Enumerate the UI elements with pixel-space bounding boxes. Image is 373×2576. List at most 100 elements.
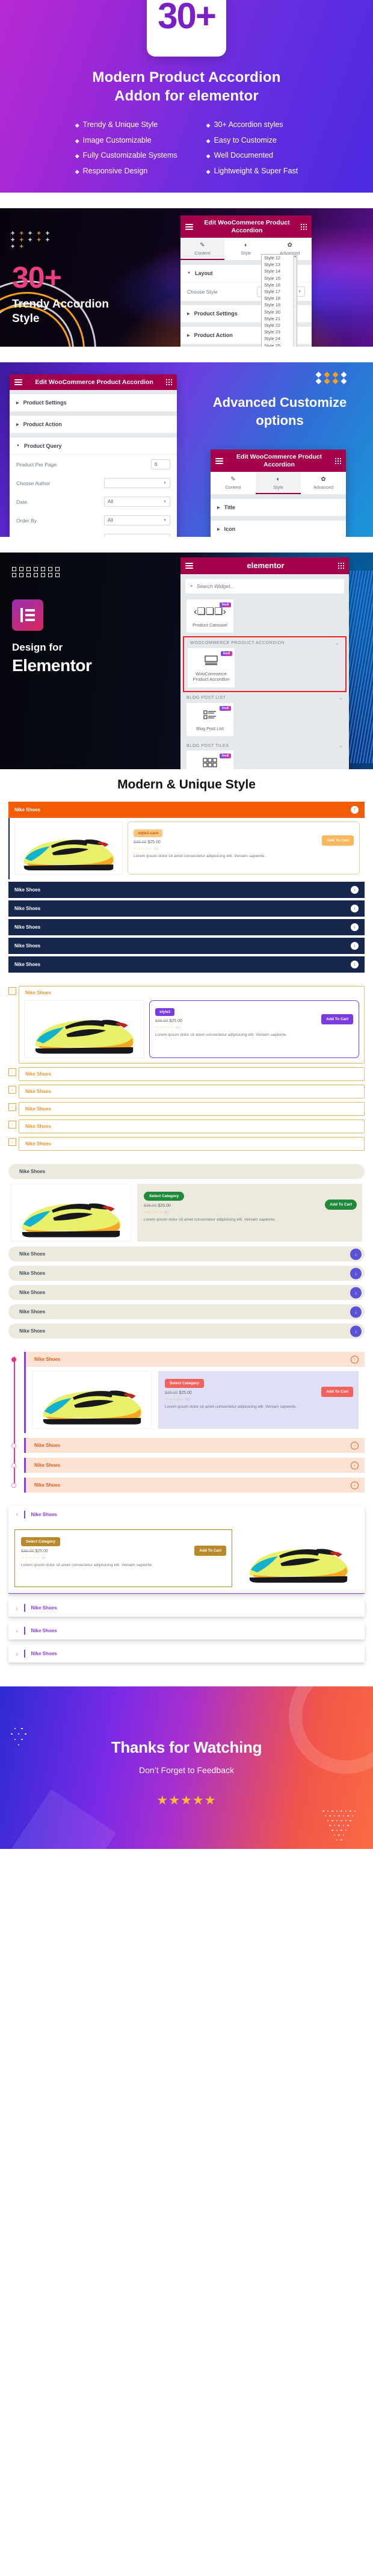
accordion-row-collapsed[interactable]: Nike Shoes ↓ (8, 1246, 365, 1262)
category-chip[interactable]: style1-caro (134, 829, 163, 837)
dropdown-scrollbar[interactable]: ▲ (293, 255, 297, 347)
tab-style[interactable]: ◐ Style (256, 472, 301, 495)
arrow-down-icon[interactable]: ↓ (16, 1651, 18, 1656)
tab-advanced[interactable]: ✿ Advanced (301, 472, 346, 494)
accordion-row-collapsed[interactable]: ↓ Nike Shoes (8, 1599, 365, 1617)
scroll-up-icon[interactable]: ▲ (294, 255, 297, 259)
section-product-action[interactable]: ▶ Product Action (10, 416, 177, 433)
style-dropdown-list[interactable]: Style 12 Style 13 Style 14 Style 15 Style 16… (261, 254, 297, 347)
category-chip[interactable]: Select Category (21, 1537, 61, 1546)
accordion-row-collapsed[interactable]: Nike Shoes ↓ (8, 956, 365, 973)
apps-grid-icon[interactable] (338, 562, 344, 569)
add-to-cart-button[interactable]: Add To Cart (322, 835, 354, 846)
dropdown-option[interactable]: Style 14 (262, 268, 297, 274)
accordion-row-collapsed[interactable]: Nike Shoes ↓ (8, 882, 365, 898)
arrow-down-icon[interactable]: ↓ (8, 1103, 16, 1111)
arrow-down-icon[interactable]: ↓ (351, 1461, 359, 1469)
arrow-down-icon[interactable]: ↓ (350, 1287, 362, 1298)
arrow-up-icon[interactable]: ↑ (16, 1512, 18, 1517)
accordion-row-collapsed[interactable]: Nike Shoes ↓ (11, 1478, 365, 1493)
arrow-down-icon[interactable]: ↓ (8, 1121, 16, 1129)
search-widget-row[interactable]: ⌕ (185, 578, 344, 593)
dropdown-option[interactable]: Style 19 (262, 302, 297, 308)
add-to-cart-button[interactable]: Add To Cart (325, 1200, 357, 1210)
widget-group-title-row[interactable]: BLOG POST LIST ⌄ (180, 692, 349, 703)
hamburger-icon[interactable] (215, 457, 223, 465)
accordion-row-collapsed[interactable]: Nike Shoes ↓ (8, 919, 365, 935)
accordion-header[interactable]: Nike Shoes ↓ (24, 1438, 365, 1453)
accordion-row-collapsed[interactable]: Nike Shoes ↓ (8, 938, 365, 954)
accordion-row-collapsed[interactable]: ↓ Nike Shoes (8, 1085, 365, 1098)
accordion-header[interactable]: Nike Shoes ↑ (24, 1352, 365, 1367)
category-chip[interactable]: Select Category (144, 1192, 185, 1201)
arrow-down-icon[interactable]: ↓ (351, 923, 359, 931)
chevron-down-icon[interactable]: ⌄ (336, 641, 339, 646)
style-section-icon[interactable]: ▶ Icon (211, 521, 346, 537)
dropdown-option[interactable]: Style 18 (262, 295, 297, 302)
accordion-header[interactable]: Nike Shoes (8, 1164, 365, 1179)
accordion-row-collapsed[interactable]: Nike Shoes ↓ (8, 1304, 365, 1319)
choose-author-select[interactable]: ▼ (104, 478, 170, 488)
widget-card-blog-post-list[interactable]: bwd Blog Post List (186, 702, 233, 737)
style-dropdown-options[interactable]: Style 12 Style 13 Style 14 Style 15 Style 16… (262, 255, 297, 347)
arrow-down-icon[interactable]: ↓ (351, 1441, 359, 1449)
category-chip[interactable]: style1 (155, 1008, 175, 1016)
apps-grid-icon[interactable] (166, 379, 172, 385)
style-section-title[interactable]: ▶ Title (211, 499, 346, 517)
widget-card-blog-post-tiles[interactable]: bwd Blog Post Tiles (186, 751, 233, 769)
arrow-down-icon[interactable]: ↓ (16, 1628, 18, 1633)
arrow-down-icon[interactable]: ↓ (8, 1068, 16, 1076)
dropdown-option[interactable]: Style 21 (262, 315, 297, 322)
search-input[interactable] (196, 583, 339, 589)
dropdown-option[interactable]: Style 24 (262, 335, 297, 342)
date-select[interactable]: All ▼ (104, 497, 170, 507)
hamburger-icon[interactable] (185, 562, 193, 570)
section-product-query[interactable]: ▼ Product Query (10, 438, 177, 455)
arrow-down-icon[interactable]: ↓ (351, 1481, 359, 1489)
arrow-down-icon[interactable]: ↓ (351, 942, 359, 950)
add-to-cart-button[interactable]: Add To Cart (321, 1014, 353, 1024)
arrow-up-icon[interactable]: ↑ (8, 987, 16, 995)
arrow-down-icon[interactable]: ↓ (351, 886, 359, 894)
accordion-row-collapsed[interactable]: Nike Shoes ↓ (11, 1438, 365, 1453)
accordion-row-collapsed[interactable]: ↓ Nike Shoes (8, 1622, 365, 1639)
accordion-row-collapsed[interactable]: ↓ Nike Shoes (8, 1645, 365, 1662)
accordion-header[interactable]: Nike Shoes ↓ (24, 1458, 365, 1473)
accordion-header[interactable]: ↓ Nike Shoes (8, 1622, 365, 1639)
dropdown-option[interactable]: Style 12 (262, 255, 297, 261)
arrow-down-icon[interactable]: ↓ (8, 1138, 16, 1146)
category-chip[interactable]: Select Category (165, 1379, 205, 1388)
section-product-settings[interactable]: ▶ Product Settings (10, 394, 177, 412)
accordion-row-collapsed[interactable]: Nike Shoes ↓ (8, 1285, 365, 1300)
accordion-header[interactable]: Nike Shoes ↓ (24, 1478, 365, 1493)
add-to-cart-button[interactable]: Add To Cart (321, 1387, 353, 1397)
accordion-row-collapsed[interactable]: ↓ Nike Shoes (8, 1102, 365, 1116)
arrow-down-icon[interactable]: ↓ (351, 961, 359, 968)
accordion-header[interactable]: ↓ Nike Shoes (8, 1599, 365, 1617)
arrow-down-icon[interactable]: ↓ (350, 1306, 362, 1317)
accordion-row-collapsed[interactable]: Nike Shoes ↓ (8, 900, 365, 917)
dropdown-option[interactable]: Style 22 (262, 322, 297, 329)
arrow-up-icon[interactable]: ↑ (351, 806, 359, 814)
arrow-down-icon[interactable]: ↓ (350, 1248, 362, 1260)
hamburger-icon[interactable] (14, 378, 22, 386)
accordion-header[interactable]: Nike Shoes ↑ (8, 802, 365, 818)
accordion-row-collapsed[interactable]: Nike Shoes ↓ (8, 1266, 365, 1281)
accordion-row-collapsed[interactable]: Nike Shoes ↓ (8, 1324, 365, 1339)
dropdown-option[interactable]: Style 15 (262, 275, 297, 282)
accordion-row-collapsed[interactable]: ↓ Nike Shoes (8, 1137, 365, 1151)
product-per-page-input[interactable]: 6 (151, 459, 170, 469)
arrow-up-icon[interactable]: ↑ (351, 1355, 359, 1363)
widget-card-product-carousel[interactable]: bwd ‹❑❑❑› Product Carousel (186, 599, 233, 633)
apps-grid-icon[interactable] (301, 223, 307, 230)
widget-group-title-row[interactable]: WOOCOMMERCE PRODUCT ACCORDION ⌄ (184, 637, 345, 648)
dropdown-option[interactable]: Style 25 (262, 342, 297, 347)
order-select[interactable]: Descending▼ (104, 534, 170, 537)
dropdown-option[interactable]: Style 17 (262, 288, 297, 295)
accordion-header[interactable]: ↑ Nike Shoes (8, 1506, 365, 1523)
accordion-row-collapsed[interactable]: Nike Shoes ↓ (11, 1458, 365, 1473)
tab-content[interactable]: ✎ Content (211, 472, 256, 494)
dropdown-option[interactable]: Style 16 (262, 282, 297, 288)
arrow-down-icon[interactable]: ↓ (350, 1325, 362, 1337)
arrow-down-icon[interactable]: ↓ (350, 1268, 362, 1279)
